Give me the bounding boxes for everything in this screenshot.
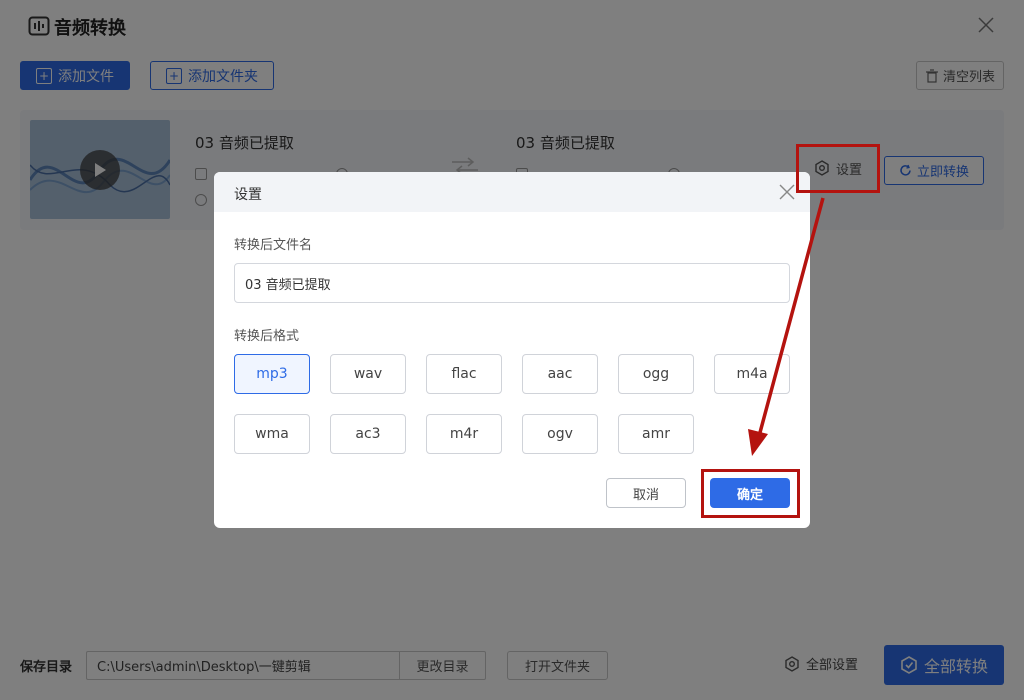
dialog-close-icon[interactable] xyxy=(778,183,796,201)
settings-dialog: 设置 转换后文件名 转换后格式 mp3 wav flac aac ogg m4a… xyxy=(214,172,810,528)
format-option-ogg[interactable]: ogg xyxy=(618,354,694,394)
dialog-header: 设置 xyxy=(214,172,810,212)
filename-label: 转换后文件名 xyxy=(234,238,313,253)
format-option-amr[interactable]: amr xyxy=(618,414,694,454)
filename-input[interactable] xyxy=(234,263,790,303)
confirm-button[interactable]: 确定 xyxy=(710,478,790,508)
format-option-wav[interactable]: wav xyxy=(330,354,406,394)
format-option-wma[interactable]: wma xyxy=(234,414,310,454)
format-label: 转换后格式 xyxy=(234,329,300,344)
dialog-title: 设置 xyxy=(234,187,262,203)
format-option-flac[interactable]: flac xyxy=(426,354,502,394)
format-option-ogv[interactable]: ogv xyxy=(522,414,598,454)
format-option-mp3[interactable]: mp3 xyxy=(234,354,310,394)
format-option-m4a[interactable]: m4a xyxy=(714,354,790,394)
format-option-aac[interactable]: aac xyxy=(522,354,598,394)
format-option-m4r[interactable]: m4r xyxy=(426,414,502,454)
format-option-ac3[interactable]: ac3 xyxy=(330,414,406,454)
cancel-button[interactable]: 取消 xyxy=(606,478,686,508)
